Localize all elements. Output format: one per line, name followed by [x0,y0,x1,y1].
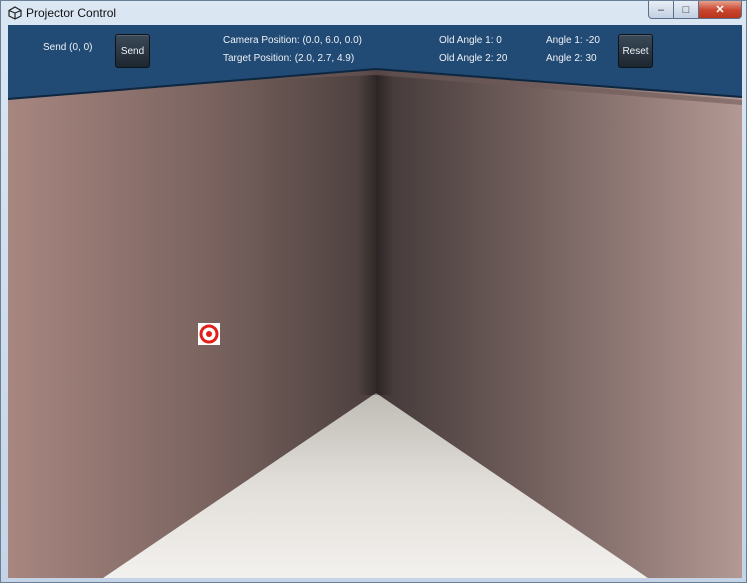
minimize-icon: – [657,3,665,16]
close-button[interactable]: ✕ [699,1,742,19]
send-button[interactable]: Send [115,34,150,68]
room-scene [8,25,742,578]
angle-1-label: Angle 1: -20 [546,35,600,46]
maximize-button[interactable]: □ [674,1,699,19]
target-position-label: Target Position: (2.0, 2.7, 4.9) [223,53,355,64]
angle-2-label: Angle 2: 30 [546,53,597,64]
minimize-button[interactable]: – [648,1,674,19]
camera-position-label: Camera Position: (0.0, 6.0, 0.0) [223,35,362,46]
close-icon: ✕ [715,4,725,16]
target-icon [199,324,219,344]
title-bar[interactable]: Projector Control – □ ✕ [1,1,746,25]
reset-button[interactable]: Reset [618,34,653,68]
unity-icon [8,6,22,20]
window-controls: – □ ✕ [648,1,742,19]
target-marker[interactable] [198,323,220,345]
viewport[interactable]: Send (0, 0) Send Camera Position: (0.0, … [8,25,742,578]
app-window: Projector Control – □ ✕ Send (0, 0) Send… [0,0,747,583]
maximize-icon: □ [682,3,690,16]
send-status: Send (0, 0) [43,42,93,53]
old-angle-1-label: Old Angle 1: 0 [439,35,502,46]
old-angle-2-label: Old Angle 2: 20 [439,53,508,64]
window-title: Projector Control [26,6,117,20]
